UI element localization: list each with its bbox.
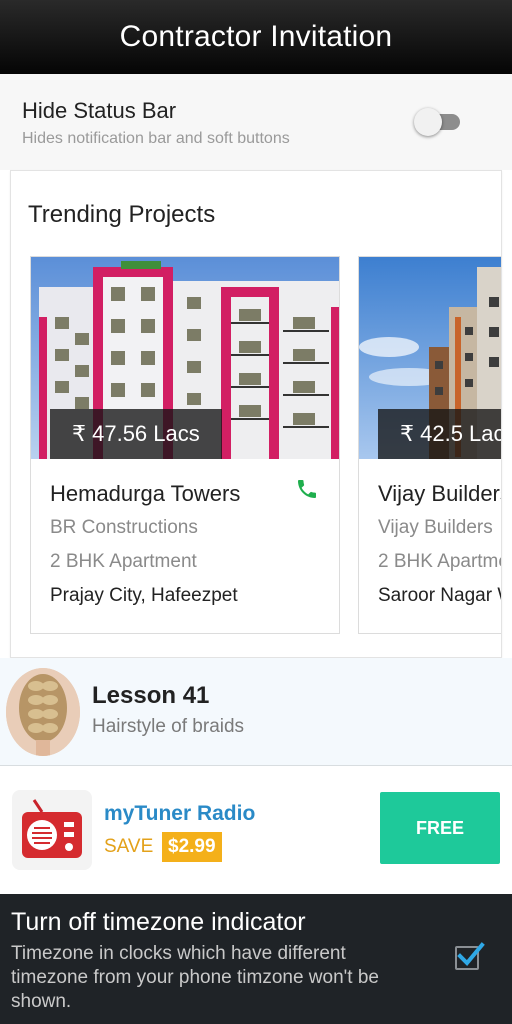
timezone-setting[interactable]: Turn off timezone indicator Timezone in … — [0, 894, 512, 1024]
project-card[interactable]: ₹ 47.56 Lacs Hemadurga Towers BR Constru… — [30, 256, 340, 634]
project-builder: BR Constructions — [50, 517, 198, 538]
timezone-checkbox[interactable] — [455, 942, 485, 970]
app-ad-banner[interactable]: myTuner Radio SAVE $2.99 FREE — [0, 766, 512, 894]
lesson-banner[interactable]: Lesson 41 Hairstyle of braids — [0, 658, 512, 766]
project-name: Vijay Builders — [378, 481, 502, 506]
project-card[interactable]: ₹ 42.5 Lacs Vijay Builders Vijay Builder… — [358, 256, 502, 634]
project-builder: Vijay Builders — [378, 517, 493, 538]
price-tag: ₹ 47.56 Lacs — [50, 409, 222, 459]
ad-price-badge: $2.99 — [162, 832, 222, 862]
timezone-setting-description: Timezone in clocks which have different … — [11, 943, 379, 1012]
app-title: Contractor Invitation — [119, 20, 393, 53]
lesson-title: Lesson 41 — [92, 682, 210, 709]
price-tag: ₹ 42.5 Lacs — [378, 409, 501, 459]
radio-app-icon — [12, 790, 92, 870]
trending-projects-section: Trending Projects ₹ 47.56 Lacs Hemadurga… — [10, 170, 502, 658]
setting-subtitle: Hides notification bar and soft buttons — [22, 130, 290, 147]
section-heading: Trending Projects — [28, 201, 216, 228]
ad-save-label: SAVE — [104, 836, 154, 857]
ad-app-name: myTuner Radio — [104, 802, 256, 825]
hide-status-bar-setting[interactable]: Hide Status Bar Hides notification bar a… — [0, 74, 512, 170]
toggle-thumb — [414, 108, 442, 136]
project-location: Prajay City, Hafeezpet — [50, 585, 238, 606]
title-bar: Contractor Invitation — [0, 0, 512, 74]
braid-avatar — [6, 668, 80, 756]
setting-title: Hide Status Bar — [22, 98, 177, 123]
project-type: 2 BHK Apartment — [50, 551, 197, 572]
free-install-button[interactable]: FREE — [380, 792, 500, 864]
checkmark-icon — [457, 942, 485, 966]
project-location: Saroor Nagar W — [378, 585, 502, 606]
project-type: 2 BHK Apartment — [378, 551, 501, 572]
timezone-setting-title: Turn off timezone indicator — [11, 908, 306, 936]
lesson-subtitle: Hairstyle of braids — [92, 716, 245, 737]
project-name: Hemadurga Towers — [50, 481, 241, 506]
hide-status-bar-toggle[interactable] — [414, 108, 462, 136]
phone-icon[interactable] — [295, 477, 319, 501]
